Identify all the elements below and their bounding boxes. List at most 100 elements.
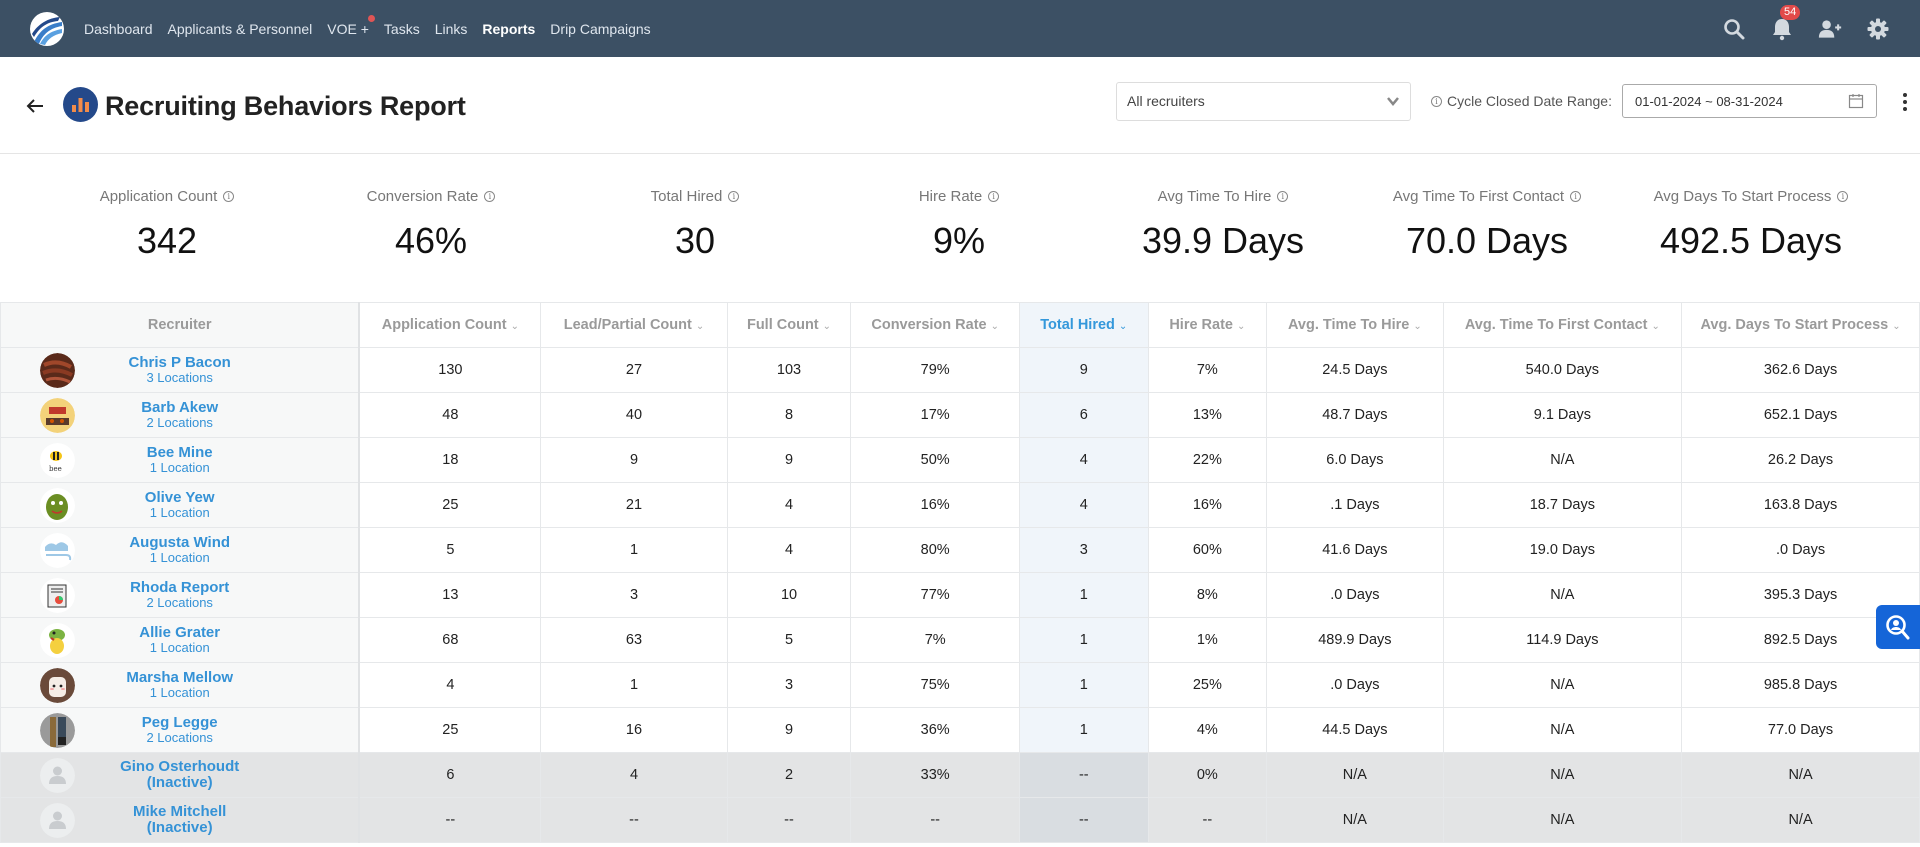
table-cell: -- bbox=[540, 797, 728, 843]
info-icon[interactable]: i bbox=[484, 191, 496, 202]
back-arrow-icon[interactable] bbox=[24, 95, 46, 117]
table-cell: 1 bbox=[540, 662, 728, 708]
table-cell: 0% bbox=[1147, 752, 1268, 798]
table-row[interactable]: Mike Mitchell (Inactive) -- -- -- -- -- -- N/A N… bbox=[0, 797, 1920, 843]
table-cell: 16% bbox=[850, 482, 1020, 528]
floating-candidate-search-button[interactable] bbox=[1876, 605, 1920, 649]
table-row[interactable]: Augusta Wind 1 Location 5 1 4 80% 3 60% 41.6 Da… bbox=[0, 527, 1920, 573]
kpi-label-text: Application Count bbox=[99, 188, 218, 205]
nav-item-dashboard[interactable]: Dashboard bbox=[84, 21, 153, 37]
notifications-bell-icon[interactable]: 54 bbox=[1770, 4, 1801, 41]
kpi-value: 30 bbox=[674, 220, 716, 261]
column-header-conversion-rate[interactable]: Conversion Rate ⌄ bbox=[850, 302, 1020, 348]
info-icon[interactable]: i bbox=[1277, 191, 1289, 202]
sort-chevron-icon[interactable]: ⌄ bbox=[1651, 321, 1659, 332]
recruiter-avatar: bee bbox=[40, 443, 75, 478]
table-cell: 163.8 Days bbox=[1681, 482, 1920, 528]
table-row[interactable]: Peg Legge 2 Locations 25 16 9 36% 1 4% 44.5 Day… bbox=[0, 707, 1920, 753]
sort-chevron-icon[interactable]: ⌄ bbox=[696, 321, 704, 332]
column-header-application-count[interactable]: Application Count ⌄ bbox=[358, 302, 542, 348]
svg-text:bee: bee bbox=[49, 465, 62, 473]
nav-item-reports[interactable]: Reports bbox=[482, 21, 535, 37]
table-cell: 40 bbox=[540, 392, 728, 438]
table-cell: 9 bbox=[726, 707, 852, 753]
recruiter-filter-select[interactable]: All recruiters bbox=[1116, 82, 1411, 121]
table-cell: 4 bbox=[726, 527, 852, 573]
date-range-input[interactable]: 01-01-2024 ~ 08-31-2024 bbox=[1622, 84, 1877, 118]
column-header-avg-days-to-start-process[interactable]: Avg. Days To Start Process ⌄ bbox=[1681, 302, 1920, 348]
info-icon[interactable]: i bbox=[223, 191, 235, 202]
info-icon[interactable]: i bbox=[728, 191, 740, 202]
kpi-card: Conversion Rate i 46% bbox=[299, 188, 563, 262]
table-cell: 7% bbox=[1147, 347, 1268, 393]
kpi-label: Conversion Rate i bbox=[367, 188, 496, 205]
table-cell: 489.9 Days bbox=[1266, 617, 1444, 663]
table-cell: 18.7 Days bbox=[1442, 482, 1683, 528]
kpi-label-text: Avg Days To Start Process bbox=[1653, 188, 1832, 205]
info-icon[interactable]: i bbox=[1431, 95, 1442, 107]
sort-chevron-icon[interactable]: ⌄ bbox=[511, 321, 519, 332]
column-header-hire-rate[interactable]: Hire Rate ⌄ bbox=[1147, 302, 1268, 348]
table-row[interactable]: Gino Osterhoudt (Inactive) 6 4 2 33% -- 0% N/A N… bbox=[0, 752, 1920, 798]
nav-item-drip-campaigns[interactable]: Drip Campaigns bbox=[550, 21, 650, 37]
table-cell: N/A bbox=[1266, 752, 1444, 798]
table-cell: 6 bbox=[1018, 392, 1149, 438]
table-row[interactable]: Allie Grater 1 Location 68 63 5 7% 1 1% 489.9 D… bbox=[0, 617, 1920, 663]
table-row[interactable]: Olive Yew 1 Location 25 21 4 16% 4 16% .1 Days 1… bbox=[0, 482, 1920, 528]
sort-chevron-icon[interactable]: ⌄ bbox=[1413, 321, 1421, 332]
table-row[interactable]: bee Bee Mine 1 Location 18 9 9 50% 4 22% 6.0 Da… bbox=[0, 437, 1920, 483]
table-cell: 26.2 Days bbox=[1681, 437, 1920, 483]
table-cell: 1% bbox=[1147, 617, 1268, 663]
table-cell: 44.5 Days bbox=[1266, 707, 1444, 753]
table-cell: N/A bbox=[1681, 797, 1920, 843]
table-cell: 9 bbox=[726, 437, 852, 483]
kpi-label: Avg Days To Start Process i bbox=[1654, 188, 1849, 205]
table-row[interactable]: Barb Akew 2 Locations 48 40 8 17% 6 13% 48.7 Da… bbox=[0, 392, 1920, 438]
add-user-icon[interactable] bbox=[1818, 17, 1842, 41]
kpi-label-text: Hire Rate bbox=[918, 188, 983, 205]
table-cell: .0 Days bbox=[1266, 662, 1444, 708]
info-icon[interactable]: i bbox=[988, 191, 1000, 202]
table-cell: 4 bbox=[1018, 482, 1149, 528]
column-header-full-count[interactable]: Full Count ⌄ bbox=[726, 302, 852, 348]
info-icon[interactable]: i bbox=[1570, 191, 1582, 202]
column-header-avg-time-to-first-contact[interactable]: Avg. Time To First Contact ⌄ bbox=[1442, 302, 1683, 348]
table-row[interactable]: Chris P Bacon 3 Locations 130 27 103 79% 9 7% 2… bbox=[0, 347, 1920, 393]
nav-item-applicants-personnel[interactable]: Applicants & Personnel bbox=[168, 21, 313, 37]
nav-item-label: Drip Campaigns bbox=[550, 20, 651, 37]
table-cell: .1 Days bbox=[1266, 482, 1444, 528]
calendar-icon[interactable] bbox=[1848, 93, 1864, 112]
more-options-icon[interactable] bbox=[1902, 93, 1908, 115]
kpi-label-text: Conversion Rate bbox=[366, 188, 479, 205]
sort-chevron-icon[interactable]: ⌄ bbox=[991, 321, 999, 332]
search-icon[interactable] bbox=[1722, 17, 1746, 41]
chevron-down-icon bbox=[1386, 94, 1400, 111]
sort-chevron-icon[interactable]: ⌄ bbox=[1237, 321, 1245, 332]
nav-item-tasks[interactable]: Tasks bbox=[384, 21, 420, 37]
nav-item-label: Reports bbox=[482, 20, 536, 37]
info-icon[interactable]: i bbox=[1837, 191, 1849, 202]
table-row[interactable]: Marsha Mellow 1 Location 4 1 3 75% 1 25% .0 Day… bbox=[0, 662, 1920, 708]
column-header-recruiter[interactable]: Recruiter bbox=[0, 302, 361, 348]
nav-item-voe[interactable]: VOE + bbox=[327, 14, 375, 37]
sort-chevron-icon[interactable]: ⌄ bbox=[1119, 321, 1127, 332]
sort-chevron-icon[interactable]: ⌄ bbox=[823, 321, 831, 332]
recruiter-cell: Barb Akew 2 Locations bbox=[0, 392, 361, 438]
column-header-lead-partial-count[interactable]: Lead/Partial Count ⌄ bbox=[540, 302, 728, 348]
table-cell: -- bbox=[1147, 797, 1268, 843]
recruiter-avatar bbox=[40, 353, 75, 388]
column-header-label: Application Count bbox=[381, 317, 507, 333]
sort-chevron-icon[interactable]: ⌄ bbox=[1892, 321, 1900, 332]
column-header-total-hired[interactable]: Total Hired ⌄ bbox=[1018, 302, 1149, 348]
table-cell: N/A bbox=[1442, 752, 1683, 798]
column-header-avg-time-to-hire[interactable]: Avg. Time To Hire ⌄ bbox=[1266, 302, 1444, 348]
table-row[interactable]: Rhoda Report 2 Locations 13 3 10 77% 1 8% .0 Da… bbox=[0, 572, 1920, 618]
date-range-label-text: Cycle Closed Date Range: bbox=[1447, 93, 1612, 109]
kpi-label-text: Total Hired bbox=[650, 188, 723, 205]
gear-icon[interactable] bbox=[1866, 17, 1890, 41]
app-logo[interactable] bbox=[30, 11, 64, 46]
column-header-label: Recruiter bbox=[147, 317, 212, 333]
table-cell: 48.7 Days bbox=[1266, 392, 1444, 438]
table-cell: 24.5 Days bbox=[1266, 347, 1444, 393]
nav-item-links[interactable]: Links bbox=[435, 21, 468, 37]
